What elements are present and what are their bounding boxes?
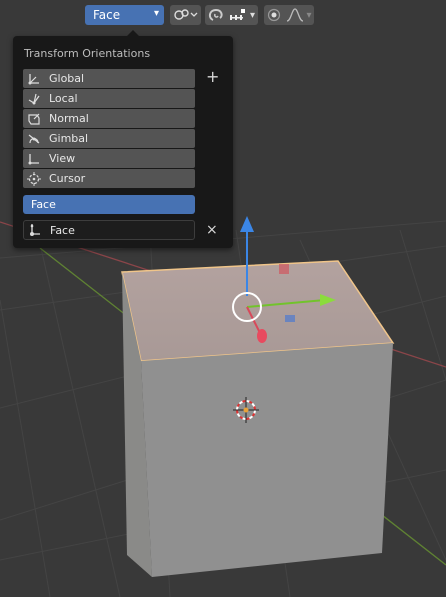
pivot-point-dropdown[interactable] <box>170 5 201 25</box>
orientation-dropdown-label: Face <box>93 8 121 22</box>
popover-arrow <box>126 30 140 37</box>
custom-orientation-selected[interactable]: Face <box>23 195 195 214</box>
chevron-down-icon: ▾ <box>249 9 256 21</box>
orientation-item-normal[interactable]: Normal <box>23 109 195 128</box>
snap-magnet-icon <box>208 8 223 21</box>
custom-orientation-name: Face <box>50 223 75 237</box>
orientation-cursor-icon <box>26 171 42 186</box>
snapping-group[interactable]: ▾ <box>205 5 258 25</box>
popover-title: Transform Orientations <box>24 47 151 60</box>
snap-increment-icon <box>229 9 245 20</box>
proportional-editing-icon <box>268 8 281 22</box>
orientation-item-label: Gimbal <box>49 132 89 145</box>
orientation-item-gimbal[interactable]: Gimbal <box>23 129 195 148</box>
orientation-item-label: View <box>49 152 76 165</box>
pivot-point-icon <box>173 9 197 20</box>
orientation-item-label: Normal <box>49 112 89 125</box>
orientation-gimbal-icon <box>26 132 42 146</box>
custom-orientation-name-field[interactable]: Face <box>23 220 195 240</box>
orientation-item-label: Cursor <box>49 172 86 185</box>
orientation-list: Global Local Normal Gimbal View Cursor <box>23 69 195 189</box>
orientation-normal-icon <box>26 112 42 126</box>
default-cube[interactable] <box>121 260 395 577</box>
orientation-view-icon <box>26 152 42 166</box>
chevron-down-icon: ▾ <box>306 9 312 21</box>
orientation-item-global[interactable]: Global <box>23 69 195 88</box>
orientation-item-label: Local <box>49 92 78 105</box>
remove-orientation-button[interactable]: × <box>206 222 218 238</box>
custom-orientation-icon <box>28 223 44 237</box>
transform-orientations-popover: Transform Orientations + Global Local No… <box>13 30 233 248</box>
orientation-local-icon <box>26 92 42 106</box>
add-orientation-button[interactable]: + <box>206 69 219 85</box>
orientation-item-label: Global <box>49 72 85 85</box>
orientation-global-icon <box>26 72 42 86</box>
proportional-editing-group[interactable]: ▾ <box>264 5 314 25</box>
orientation-item-cursor[interactable]: Cursor <box>23 169 195 188</box>
transform-orientation-dropdown[interactable]: Face ▾ <box>85 5 164 25</box>
chevron-down-icon: ▾ <box>153 8 159 19</box>
falloff-smooth-icon <box>287 8 304 22</box>
orientation-item-view[interactable]: View <box>23 149 195 168</box>
orientation-item-local[interactable]: Local <box>23 89 195 108</box>
